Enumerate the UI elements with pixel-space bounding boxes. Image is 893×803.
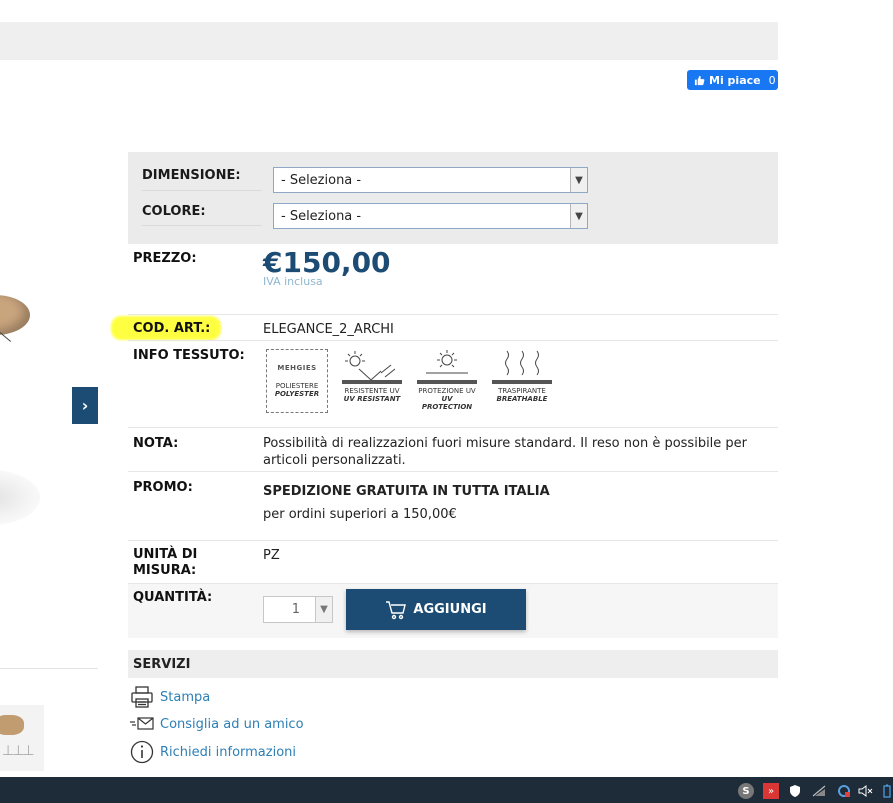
- colore-select[interactable]: - Seleziona - ▼: [273, 203, 588, 229]
- fabric-caption-en: UV RESISTANT: [343, 395, 401, 403]
- volume-muted-icon[interactable]: [858, 783, 874, 799]
- promo-subtitle: per ordini superiori a 150,00€: [263, 507, 457, 522]
- divider: [142, 225, 262, 226]
- thumbnail-part: ⊥⊥⊥: [2, 743, 35, 759]
- uv-resistant-graphic: [342, 351, 402, 384]
- info-icon: [130, 740, 154, 764]
- polyester-badge-icon: MEHGIES POLIESTERE POLYESTER: [266, 349, 328, 415]
- cod-art-label: COD. ART.:: [133, 321, 211, 336]
- product-image-shadow: [0, 470, 40, 525]
- nota-value: Possibilità di realizzazioni fuori misur…: [263, 436, 748, 468]
- row-promo: PROMO: SPEDIZIONE GRATUITA IN TUTTA ITAL…: [128, 472, 778, 541]
- row-info-tessuto: INFO TESSUTO: MEHGIES POLIESTERE POLYEST…: [128, 341, 778, 428]
- servizi-heading: SERVIZI: [128, 650, 778, 678]
- battery-icon[interactable]: [882, 783, 892, 799]
- fabric-icons: MEHGIES POLIESTERE POLYESTER RESISTENTE …: [266, 349, 553, 415]
- prezzo-label: PREZZO:: [133, 251, 197, 266]
- chevron-down-icon: ▼: [570, 204, 587, 228]
- skype-icon[interactable]: S: [738, 783, 754, 799]
- thumbs-up-icon: [694, 75, 705, 85]
- stampa-link[interactable]: Stampa: [130, 685, 210, 709]
- promo-title: SPEDIZIONE GRATUITA IN TUTTA ITALIA: [263, 484, 550, 499]
- promo-label: PROMO:: [133, 480, 193, 495]
- update-icon[interactable]: [836, 783, 852, 799]
- product-options: DIMENSIONE: - Seleziona - ▼ COLORE: - Se…: [128, 152, 778, 244]
- product-thumbnail[interactable]: ⊥⊥⊥: [0, 705, 44, 771]
- add-to-cart-button[interactable]: AGGIUNGI: [346, 589, 526, 630]
- dimensione-select[interactable]: - Seleziona - ▼: [273, 167, 588, 193]
- colore-label: COLORE:: [142, 204, 206, 219]
- app-tray-icon[interactable]: »: [763, 783, 779, 799]
- email-icon: [130, 716, 154, 732]
- os-taskbar: S »: [0, 777, 893, 803]
- richiedi-info-label: Richiedi informazioni: [160, 744, 297, 760]
- row-quantita: QUANTITÀ: 1 ▼ AGGIUNGI: [128, 584, 778, 638]
- brand-logo: MEHGIES: [277, 364, 317, 372]
- thumbnail-part: [0, 715, 24, 735]
- fabric-caption: TRASPIRANTE: [498, 387, 546, 395]
- option-row-dimensione: DIMENSIONE: - Seleziona - ▼: [128, 160, 778, 196]
- fabric-caption-en: UV PROTECTION: [421, 395, 473, 411]
- fabric-caption: POLIESTERE: [275, 382, 319, 390]
- shield-icon[interactable]: [788, 783, 802, 799]
- nota-label: NOTA:: [133, 436, 179, 451]
- row-nota: NOTA: Possibilità di realizzazioni fuori…: [128, 428, 778, 472]
- row-unita: UNITÀ DI MISURA: PZ: [128, 541, 778, 584]
- quantity-value: 1: [291, 602, 300, 617]
- option-row-colore: COLORE: - Seleziona - ▼: [128, 196, 778, 232]
- unita-value: PZ: [263, 548, 280, 563]
- uv-protection-icon: PROTEZIONE UV UV PROTECTION: [416, 349, 478, 415]
- chevron-right-icon: ›: [81, 396, 89, 415]
- dimensione-label: DIMENSIONE:: [142, 168, 241, 183]
- chevron-down-icon: ▼: [315, 597, 332, 622]
- breathable-icon: TRASPIRANTE BREATHABLE: [491, 349, 553, 415]
- richiedi-info-link[interactable]: Richiedi informazioni: [130, 740, 296, 764]
- top-bar: [0, 22, 778, 60]
- stampa-label: Stampa: [160, 689, 211, 705]
- price-value: €150,00: [263, 246, 391, 279]
- cart-icon: [386, 600, 407, 619]
- facebook-like-label: Mi piace: [709, 73, 761, 87]
- fabric-caption: PROTEZIONE UV: [418, 387, 476, 395]
- colore-select-value: - Seleziona -: [281, 208, 362, 224]
- network-icon[interactable]: [811, 783, 827, 799]
- cod-art-value: ELEGANCE_2_ARCHI: [263, 322, 394, 337]
- fabric-caption-en: POLYESTER: [274, 390, 320, 398]
- divider: [142, 190, 262, 191]
- uv-resistant-icon: RESISTENTE UV UV RESISTANT: [341, 349, 403, 415]
- gallery-next-button[interactable]: ›: [72, 387, 98, 424]
- add-to-cart-label: AGGIUNGI: [413, 602, 487, 617]
- fabric-caption-en: BREATHABLE: [496, 395, 548, 403]
- printer-icon: [130, 685, 154, 709]
- breathable-graphic: [492, 350, 552, 384]
- page: Mi piace 0 › ⊥⊥⊥ DIMENSIONE: - Seleziona…: [0, 0, 893, 803]
- row-cod-art: COD. ART.: ELEGANCE_2_ARCHI: [128, 315, 778, 341]
- facebook-like-count: 0: [768, 73, 776, 87]
- fabric-caption: RESISTENTE UV: [344, 387, 400, 395]
- unita-label: UNITÀ DI MISURA:: [133, 547, 198, 578]
- row-prezzo: PREZZO: €150,00 IVA inclusa: [128, 244, 778, 315]
- consiglia-link[interactable]: Consiglia ad un amico: [130, 716, 304, 732]
- dimensione-select-value: - Seleziona -: [281, 172, 362, 188]
- uv-protection-graphic: [417, 350, 477, 384]
- quantity-select[interactable]: 1 ▼: [263, 596, 333, 623]
- price-block: €150,00 IVA inclusa: [263, 246, 391, 290]
- facebook-like-button[interactable]: Mi piace 0: [687, 70, 778, 90]
- quantita-label: QUANTITÀ:: [133, 590, 213, 605]
- product-image-part: [0, 295, 30, 335]
- image-divider: [0, 668, 98, 669]
- chevron-down-icon: ▼: [570, 168, 587, 192]
- consiglia-label: Consiglia ad un amico: [160, 716, 304, 732]
- info-tessuto-label: INFO TESSUTO:: [133, 348, 245, 363]
